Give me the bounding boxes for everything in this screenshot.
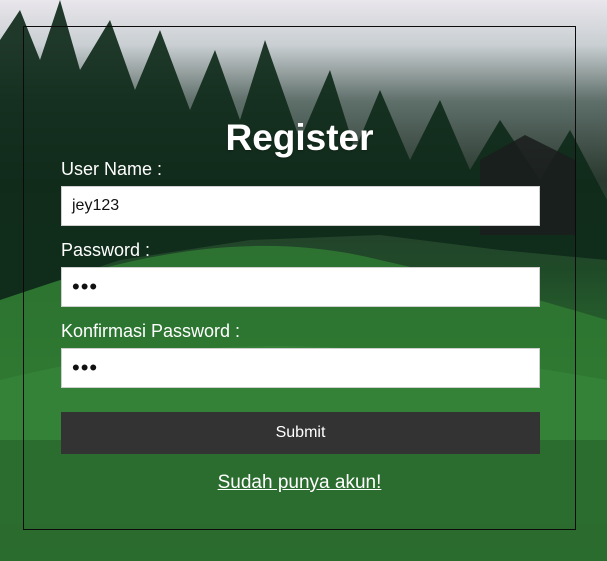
password-input[interactable]: ••• bbox=[61, 267, 540, 307]
confirm-password-mask: ••• bbox=[72, 355, 99, 380]
register-form-panel: Register User Name : jey123 Password : •… bbox=[23, 26, 576, 530]
username-label: User Name : bbox=[61, 159, 163, 179]
confirm-password-label: Konfirmasi Password : bbox=[61, 321, 241, 341]
page-title: Register bbox=[225, 117, 374, 158]
password-mask: ••• bbox=[72, 274, 99, 299]
login-link[interactable]: Sudah punya akun! bbox=[24, 472, 575, 494]
confirm-password-input[interactable]: ••• bbox=[61, 348, 540, 388]
password-label: Password : bbox=[61, 240, 151, 260]
username-input[interactable]: jey123 bbox=[61, 186, 540, 226]
submit-button[interactable]: Submit bbox=[61, 412, 540, 454]
username-value: jey123 bbox=[72, 197, 120, 214]
